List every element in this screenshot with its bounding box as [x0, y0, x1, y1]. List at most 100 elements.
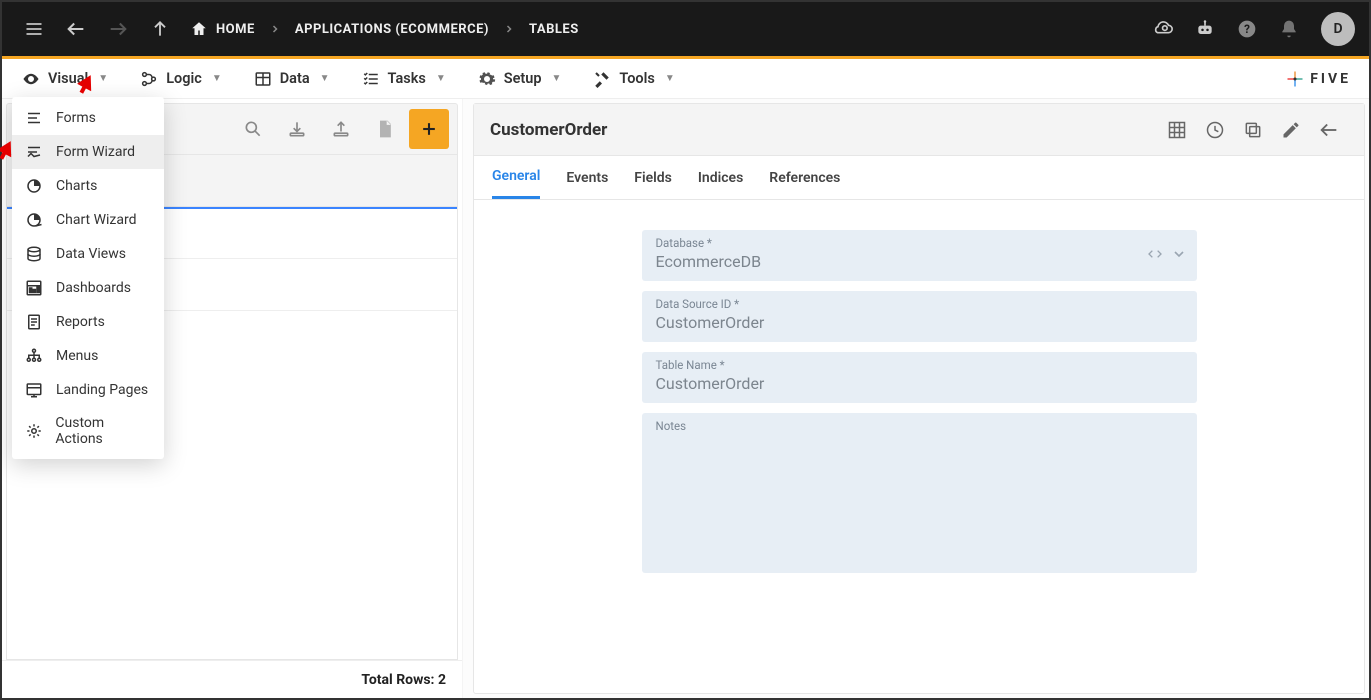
dd-label: Form Wizard: [56, 144, 135, 160]
visual-dropdown: Forms Form Wizard Charts Chart Wizard Da…: [12, 97, 164, 459]
bell-icon[interactable]: [1271, 11, 1307, 47]
dropdown-triangle-icon: ▼: [212, 73, 222, 84]
menu-setup[interactable]: Setup ▼: [476, 65, 564, 93]
field-label: Data Source ID *: [656, 297, 1183, 311]
nav-up-icon[interactable]: [142, 11, 178, 47]
dd-label: Data Views: [56, 246, 126, 262]
menu-logic[interactable]: Logic ▼: [138, 65, 224, 93]
eye-icon: [22, 70, 40, 88]
tab-events[interactable]: Events: [566, 158, 608, 198]
chevron-right-icon: [503, 23, 515, 35]
field-label: Database *: [656, 236, 1183, 250]
menu-label: Setup: [504, 70, 542, 87]
menu-data[interactable]: Data▼: [252, 65, 332, 93]
detail-header: CustomerOrder: [474, 104, 1364, 156]
download-icon[interactable]: [277, 109, 317, 149]
dd-menus[interactable]: Menus: [12, 339, 164, 373]
field-label: Notes: [656, 419, 1183, 433]
table-name-field[interactable]: Table Name * CustomerOrder: [642, 352, 1197, 403]
dd-data-views[interactable]: Data Views: [12, 237, 164, 271]
chart-wizard-icon: [24, 211, 44, 229]
dropdown-triangle-icon: ▼: [98, 73, 108, 84]
tasks-icon: [362, 70, 380, 88]
detail-tabs: General Events Fields Indices References: [474, 156, 1364, 200]
tab-references[interactable]: References: [769, 158, 840, 198]
chevron-right-icon: [269, 23, 281, 35]
menu-label: Tasks: [388, 70, 426, 87]
dd-dashboards[interactable]: Dashboards: [12, 271, 164, 305]
breadcrumb-applications[interactable]: APPLICATIONS (ECOMMERCE): [295, 22, 489, 37]
menus-icon: [24, 347, 44, 365]
pinwheel-icon: [1286, 70, 1304, 88]
breadcrumb-home[interactable]: HOME: [190, 20, 255, 38]
tab-fields[interactable]: Fields: [634, 158, 672, 198]
dropdown-triangle-icon: ▼: [665, 73, 675, 84]
home-icon: [190, 20, 208, 38]
upload-icon[interactable]: [321, 109, 361, 149]
dd-charts[interactable]: Charts: [12, 169, 164, 203]
table-icon: [254, 70, 272, 88]
history-icon[interactable]: [1196, 111, 1234, 149]
dd-label: Reports: [56, 314, 105, 330]
form-area: Database * EcommerceDB Data Source ID * …: [474, 200, 1364, 583]
field-label: Table Name *: [656, 358, 1183, 372]
gear-icon: [478, 70, 496, 88]
menu-label: Data: [280, 70, 310, 87]
edit-icon[interactable]: [1272, 111, 1310, 149]
svg-text:?: ?: [1244, 22, 1250, 36]
avatar[interactable]: D: [1321, 12, 1355, 46]
tab-general[interactable]: General: [492, 156, 540, 199]
menubar: Visual▼ Logic▼ Data▼ Tasks▼ Setup▼ Tools…: [2, 59, 1369, 99]
notes-field[interactable]: Notes: [642, 413, 1197, 573]
copy-icon[interactable]: [1234, 111, 1272, 149]
document-icon[interactable]: [365, 109, 405, 149]
back-icon[interactable]: [1310, 111, 1348, 149]
menu-tools[interactable]: Tools ▼: [591, 65, 676, 93]
tab-label: Events: [566, 170, 608, 186]
dd-reports[interactable]: Reports: [12, 305, 164, 339]
database-field[interactable]: Database * EcommerceDB: [642, 230, 1197, 281]
tab-indices[interactable]: Indices: [698, 158, 743, 198]
dd-label: Forms: [56, 110, 96, 126]
dd-form-wizard[interactable]: Form Wizard: [12, 135, 164, 169]
chevron-down-icon[interactable]: [1171, 246, 1187, 262]
branch-icon: [140, 70, 158, 88]
breadcrumb-tables[interactable]: TABLES: [529, 22, 579, 37]
form-wizard-icon: [24, 143, 44, 161]
nav-back-icon[interactable]: [58, 11, 94, 47]
menu-tasks[interactable]: Tasks▼: [360, 65, 448, 93]
dd-label: Custom Actions: [55, 415, 152, 447]
dd-label: Charts: [56, 178, 97, 194]
datasource-id-field[interactable]: Data Source ID * CustomerOrder: [642, 291, 1197, 342]
dd-chart-wizard[interactable]: Chart Wizard: [12, 203, 164, 237]
dd-forms[interactable]: Forms: [12, 101, 164, 135]
dropdown-triangle-icon: ▼: [552, 73, 562, 84]
cloud-icon[interactable]: [1145, 11, 1181, 47]
dd-label: Landing Pages: [56, 382, 148, 398]
detail-panel: CustomerOrder General Events Fields Indi…: [473, 103, 1365, 694]
tab-label: Fields: [634, 170, 672, 186]
dashboards-icon: [24, 279, 44, 297]
field-value: EcommerceDB: [656, 252, 1183, 271]
breadcrumb-label: TABLES: [529, 22, 579, 37]
add-button[interactable]: [409, 109, 449, 149]
dd-landing-pages[interactable]: Landing Pages: [12, 373, 164, 407]
list-footer: Total Rows: 2: [2, 660, 462, 698]
bot-icon[interactable]: [1187, 11, 1223, 47]
hamburger-icon[interactable]: [16, 11, 52, 47]
tools-icon: [593, 70, 611, 88]
menu-label: Tools: [619, 70, 654, 87]
tab-label: General: [492, 168, 540, 184]
avatar-letter: D: [1333, 21, 1342, 37]
breadcrumb-label: APPLICATIONS (ECOMMERCE): [295, 22, 489, 37]
dataviews-icon: [24, 245, 44, 263]
code-icon[interactable]: [1147, 246, 1163, 262]
main-area: Total Rows: 2 CustomerOrder General Even…: [2, 99, 1369, 698]
help-icon[interactable]: ?: [1229, 11, 1265, 47]
dd-custom-actions[interactable]: Custom Actions: [12, 407, 164, 455]
total-rows-label: Total Rows: 2: [361, 672, 446, 688]
search-icon[interactable]: [233, 109, 273, 149]
page-title: CustomerOrder: [490, 120, 1158, 140]
grid-icon[interactable]: [1158, 111, 1196, 149]
menu-label: Logic: [166, 70, 202, 87]
